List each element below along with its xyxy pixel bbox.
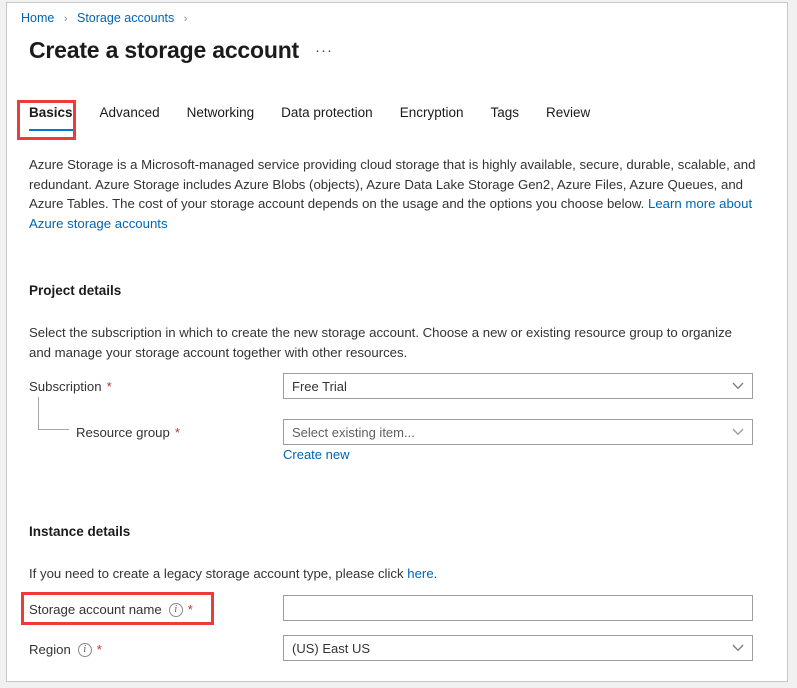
tab-tags[interactable]: Tags [490,104,519,131]
info-icon[interactable]: i [78,643,92,657]
resource-group-tree-connector [38,397,69,430]
tab-basics[interactable]: Basics [29,104,73,131]
subscription-dropdown[interactable]: Free Trial [283,373,753,399]
subscription-label: Subscription * [29,378,112,396]
subscription-value: Free Trial [284,379,724,394]
page-title: Create a storage account [29,36,299,64]
storage-account-name-label: Storage account name i * [29,601,193,619]
title-row: Create a storage account ··· [29,36,333,64]
region-label-text: Region [29,641,71,659]
region-required-marker: * [97,641,102,659]
breadcrumb-separator-icon: › [64,13,68,25]
region-label: Region i * [29,641,102,659]
resource-group-label-text: Resource group [76,424,170,442]
intro-text: Azure Storage is a Microsoft-managed ser… [29,157,755,211]
subscription-label-text: Subscription [29,378,102,396]
storage-account-name-input[interactable] [283,595,753,621]
resource-group-label: Resource group * [76,424,180,442]
region-value: (US) East US [284,641,724,656]
create-storage-account-blade: Home › Storage accounts › Create a stora… [6,2,788,682]
instance-details-heading: Instance details [29,524,130,539]
instance-details-description: If you need to create a legacy storage a… [29,564,757,584]
breadcrumb-separator-icon-trailing: › [184,13,188,25]
storage-account-name-label-text: Storage account name [29,601,162,619]
tab-review[interactable]: Review [546,104,590,131]
create-new-resource-group-link[interactable]: Create new [283,447,349,462]
subscription-required-marker: * [107,378,112,396]
azure-portal-screen: Home › Storage accounts › Create a stora… [0,0,797,688]
project-details-heading: Project details [29,283,121,298]
instance-details-description-after: . [434,566,438,581]
intro-paragraph: Azure Storage is a Microsoft-managed ser… [29,155,757,233]
instance-details-description-before: If you need to create a legacy storage a… [29,566,407,581]
tab-encryption[interactable]: Encryption [400,104,464,131]
info-icon[interactable]: i [169,603,183,617]
wizard-tabs: Basics Advanced Networking Data protecti… [29,104,617,131]
chevron-down-icon [724,382,752,390]
region-dropdown[interactable]: (US) East US [283,635,753,661]
legacy-storage-here-link[interactable]: here [407,566,433,581]
breadcrumb: Home › Storage accounts › [21,10,193,27]
storage-account-name-required-marker: * [188,601,193,619]
chevron-down-icon [724,644,752,652]
resource-group-placeholder: Select existing item... [284,425,724,440]
more-actions-icon[interactable]: ··· [315,42,333,59]
tab-data-protection[interactable]: Data protection [281,104,373,131]
breadcrumb-item-storage-accounts[interactable]: Storage accounts [77,11,174,25]
resource-group-dropdown[interactable]: Select existing item... [283,419,753,445]
tab-networking[interactable]: Networking [187,104,255,131]
chevron-down-icon [724,428,752,436]
resource-group-required-marker: * [175,424,180,442]
project-details-description: Select the subscription in which to crea… [29,323,757,362]
tab-advanced[interactable]: Advanced [100,104,160,131]
breadcrumb-item-home[interactable]: Home [21,11,54,25]
